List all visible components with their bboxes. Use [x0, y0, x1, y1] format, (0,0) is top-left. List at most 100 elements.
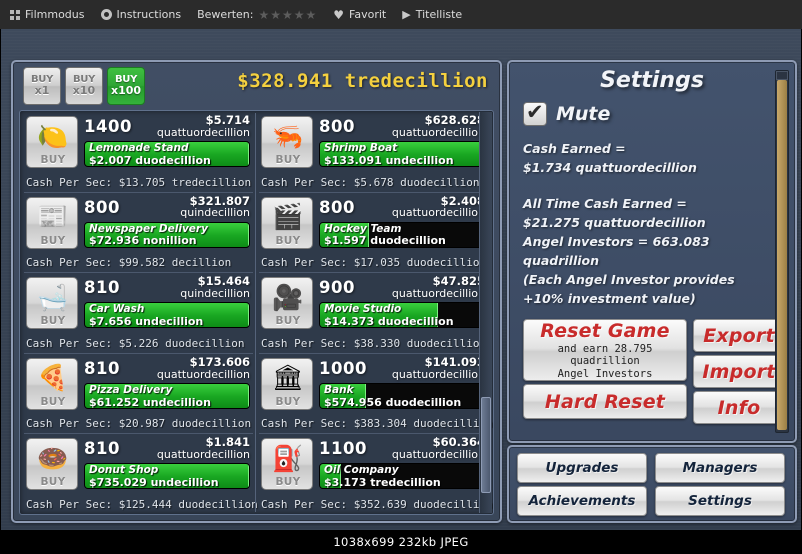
info-button[interactable]: Info	[693, 391, 785, 424]
hockey-icon-buy-button[interactable]: 🎬 BUY	[261, 196, 313, 249]
buy-x1-button[interactable]: BUY x1	[23, 67, 61, 105]
business-name: Lemonade Stand	[89, 142, 189, 154]
business-progress-bar[interactable]: Donut Shop $735.029 undecillion	[84, 463, 250, 490]
titlelist-button[interactable]: ▶ Titelliste	[402, 8, 462, 21]
buy-x100-bottom: x100	[110, 84, 142, 98]
shrimp-icon-buy-button[interactable]: 🦐 BUY	[261, 116, 313, 168]
cash-per-sec: Cash Per Sec: $13.705 tredecillion	[26, 175, 252, 189]
grid-icon	[10, 9, 20, 20]
progress-text: Hockey Team $1.597 duodecillion	[324, 223, 482, 247]
cash-earned-label: Cash Earned =	[523, 141, 626, 156]
row-divider	[259, 191, 488, 193]
upgrades-button[interactable]: Upgrades	[517, 453, 647, 483]
reset-game-label: Reset Game	[540, 320, 670, 343]
reset-game-sub: and earn 28.795 quadrillion Angel Investor…	[557, 343, 653, 380]
column-divider	[255, 113, 256, 512]
carwash-icon-buy-button[interactable]: 🛁 BUY	[26, 277, 78, 330]
rating-stars[interactable]: ★★★★★	[258, 8, 317, 22]
cash-balance: $328.941 tredecillion	[237, 70, 488, 92]
mute-toggle[interactable]: Mute	[523, 100, 611, 126]
business-timer-value: $72.936 nonillion	[89, 234, 197, 248]
mute-label: Mute	[556, 103, 611, 125]
favorite-button[interactable]: ♥ Favorit	[333, 8, 386, 22]
buy-x10-bottom: x10	[72, 84, 96, 98]
mute-checkbox[interactable]	[523, 100, 547, 126]
cash-earned-value: $1.734 quattuordecillion	[523, 160, 697, 175]
row-divider	[24, 191, 253, 193]
business-row: 🏛 BUY 1000 $141.093 quattuordecillion Bank $57…	[257, 352, 493, 434]
image-viewer: Filmmodus Instructions Bewerten: ★★★★★ ♥…	[0, 0, 802, 554]
favorite-label: Favorit	[349, 8, 387, 21]
buy-multiplier-row: BUY x1 BUY x10 BUY x100 $328.941 tredeci…	[19, 67, 492, 107]
business-progress-bar[interactable]: Oil Company $3.173 tredecillion	[319, 463, 485, 490]
progress-text: Car Wash $7.656 undecillion	[89, 303, 247, 327]
business-row: 🍩 BUY 810 $1.841 quattuordecillion Donut Shop…	[22, 433, 258, 514]
lemonade-icon-buy-button[interactable]: 🍋 BUY	[26, 116, 78, 168]
business-progress-bar[interactable]: Movie Studio $14.373 duodecillion	[319, 302, 485, 329]
business-progress-bar[interactable]: Pizza Delivery $61.252 undecillion	[84, 382, 250, 409]
business-progress-bar[interactable]: Hockey Team $1.597 duodecillion	[319, 221, 485, 248]
business-progress-bar[interactable]: Newspaper Delivery $72.936 nonillion	[84, 221, 250, 248]
progress-text: Newspaper Delivery $72.936 nonillion	[89, 223, 247, 248]
business-list-scroll-thumb[interactable]	[481, 397, 491, 493]
settings-button[interactable]: Settings	[655, 486, 785, 516]
hard-reset-button[interactable]: Hard Reset	[523, 384, 687, 419]
shrimp-icon: 🦐	[272, 121, 304, 151]
price-scale: quindecillion	[180, 206, 250, 220]
export-button[interactable]: Export	[693, 319, 785, 352]
settings-scroll-thumb[interactable]	[776, 71, 788, 430]
oil-company-icon: ⛽	[272, 443, 304, 473]
bank-icon-buy-button[interactable]: 🏛 BUY	[261, 357, 313, 410]
movie-studio-icon-buy-button[interactable]: 🎥 BUY	[261, 277, 313, 330]
buy-x10-button[interactable]: BUY x10	[65, 67, 103, 105]
reset-game-button[interactable]: Reset Game and earn 28.795 quadrillion Ang…	[523, 319, 687, 381]
business-price: $628.628 quattuordecillion	[353, 114, 485, 139]
business-name: Shrimp Boat	[324, 142, 398, 154]
filmmodus-button[interactable]: Filmmodus	[10, 8, 85, 21]
achievements-button[interactable]: Achievements	[517, 486, 647, 516]
business-row: 🍕 BUY 810 $173.606 quattuordecillion Pizza De…	[22, 352, 255, 434]
newspaper-icon-buy-button[interactable]: 📰 BUY	[26, 196, 78, 249]
donut-icon-buy-button[interactable]: 🍩 BUY	[26, 438, 78, 491]
business-list-scrollbar[interactable]	[479, 112, 492, 513]
buy-label: BUY	[40, 154, 66, 166]
cash-per-sec: Cash Per Sec: $17.035 duodecillion	[261, 256, 487, 270]
business-progress-bar[interactable]: Shrimp Boat $133.091 undecillion	[319, 141, 485, 167]
price-value: $628.628	[424, 113, 485, 127]
business-row: 🎥 BUY 900 $47.825 quattuordecillion Movie Stu…	[257, 272, 490, 353]
buy-label: BUY	[275, 315, 301, 328]
settings-scrollbar[interactable]	[775, 70, 789, 433]
business-row: 🦐 BUY 800 $628.628 quattuordecillion Shrimp B…	[257, 111, 490, 192]
filmmodus-label: Filmmodus	[25, 8, 85, 21]
all-time-cash-value: $21.275 quattuordecillion	[523, 215, 706, 230]
cash-per-sec: Cash Per Sec: $99.582 decillion	[26, 256, 232, 270]
row-divider	[24, 352, 253, 354]
business-quantity: 810	[84, 358, 120, 378]
managers-button[interactable]: Managers	[655, 453, 785, 483]
import-button[interactable]: Import	[693, 355, 785, 388]
business-row: 🍋 BUY 1400 $5.714 quattuordecillion Lemonade …	[22, 111, 255, 192]
business-quantity: 810	[84, 278, 120, 298]
oil-company-icon-buy-button[interactable]: ⛽ BUY	[261, 438, 313, 491]
price-scale: quattuordecillion	[391, 448, 485, 462]
hockey-icon: 🎬	[272, 202, 304, 232]
bank-icon: 🏛	[272, 363, 304, 393]
buy-x100-button[interactable]: BUY x100	[107, 67, 145, 105]
buy-label: BUY	[40, 395, 66, 408]
business-progress-bar[interactable]: Lemonade Stand $2.007 duodecillion	[84, 141, 250, 167]
rating-control[interactable]: Bewerten: ★★★★★	[197, 8, 317, 22]
business-timer-value: $574.956 duodecillion	[324, 395, 462, 409]
buy-label: BUY	[275, 154, 301, 166]
pizza-icon-buy-button[interactable]: 🍕 BUY	[26, 357, 78, 410]
screenshot-frame: BUY x1 BUY x10 BUY x100 $328.941 tredeci…	[0, 29, 802, 530]
business-quantity: 900	[319, 278, 355, 298]
image-info: 1038x699 232kb JPEG	[333, 535, 469, 549]
instructions-button[interactable]: Instructions	[100, 8, 181, 21]
business-price: $1.841 quattuordecillion	[118, 436, 250, 461]
hard-reset-label: Hard Reset	[544, 390, 666, 413]
price-scale: quattuordecillion	[156, 367, 250, 381]
business-progress-bar[interactable]: Car Wash $7.656 undecillion	[84, 302, 250, 329]
business-price: $47.825 quattuordecillion	[353, 275, 485, 300]
titlelist-label: Titelliste	[415, 8, 463, 21]
business-progress-bar[interactable]: Bank $574.956 duodecillion	[319, 382, 485, 409]
